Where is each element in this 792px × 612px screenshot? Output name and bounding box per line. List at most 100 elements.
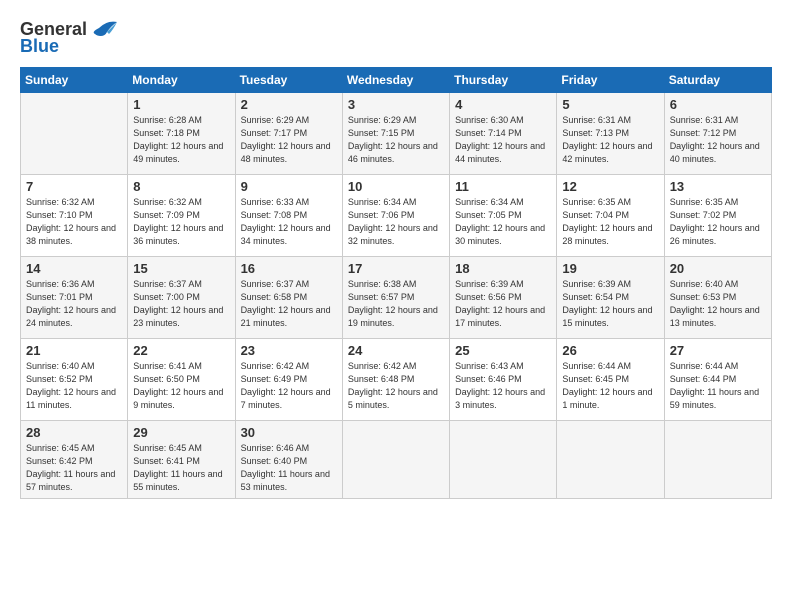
calendar-cell: 7Sunrise: 6:32 AMSunset: 7:10 PMDaylight… [21, 175, 128, 257]
logo: General Blue [20, 18, 119, 57]
day-number: 13 [670, 179, 767, 194]
day-number: 23 [241, 343, 338, 358]
day-info: Sunrise: 6:32 AMSunset: 7:09 PMDaylight:… [133, 196, 230, 248]
calendar-cell: 17 Sunrise: 6:38 AMSunset: 6:57 PMDayligh… [342, 257, 449, 339]
week-row-4: 21 Sunrise: 6:40 AMSunset: 6:52 PMDayligh… [21, 339, 772, 421]
day-number: 6 [670, 97, 767, 112]
day-info: Sunrise: 6:38 AMSunset: 6:57 PMDaylight:… [348, 278, 445, 330]
page: General Blue SundayMondayTuesdayWednesda… [0, 0, 792, 612]
day-info: Sunrise: 6:37 AMSunset: 6:58 PMDaylight:… [241, 278, 338, 330]
day-number: 20 [670, 261, 767, 276]
column-header-tuesday: Tuesday [235, 68, 342, 93]
day-info: Sunrise: 6:30 AMSunset: 7:14 PMDaylight:… [455, 114, 552, 166]
calendar-cell: 22Sunrise: 6:41 AMSunset: 6:50 PMDayligh… [128, 339, 235, 421]
calendar-cell: 13 Sunrise: 6:35 AMSunset: 7:02 PMDayligh… [664, 175, 771, 257]
day-info: Sunrise: 6:29 AMSunset: 7:15 PMDaylight:… [348, 114, 445, 166]
day-info: Sunrise: 6:40 AMSunset: 6:52 PMDaylight:… [26, 360, 123, 412]
day-number: 1 [133, 97, 230, 112]
day-number: 28 [26, 425, 123, 440]
day-info: Sunrise: 6:44 AMSunset: 6:44 PMDaylight:… [670, 360, 767, 412]
week-row-3: 14Sunrise: 6:36 AMSunset: 7:01 PMDayligh… [21, 257, 772, 339]
day-number: 21 [26, 343, 123, 358]
calendar-cell [664, 421, 771, 499]
column-header-saturday: Saturday [664, 68, 771, 93]
day-number: 24 [348, 343, 445, 358]
logo-bird-icon [89, 18, 119, 40]
column-header-friday: Friday [557, 68, 664, 93]
calendar-cell: 26 Sunrise: 6:44 AMSunset: 6:45 PMDayligh… [557, 339, 664, 421]
column-header-monday: Monday [128, 68, 235, 93]
calendar-cell: 27 Sunrise: 6:44 AMSunset: 6:44 PMDayligh… [664, 339, 771, 421]
day-number: 29 [133, 425, 230, 440]
column-header-wednesday: Wednesday [342, 68, 449, 93]
day-number: 18 [455, 261, 552, 276]
day-number: 15 [133, 261, 230, 276]
day-info: Sunrise: 6:39 AMSunset: 6:54 PMDaylight:… [562, 278, 659, 330]
day-info: Sunrise: 6:32 AMSunset: 7:10 PMDaylight:… [26, 196, 123, 248]
day-info: Sunrise: 6:34 AMSunset: 7:06 PMDaylight:… [348, 196, 445, 248]
calendar-cell: 12 Sunrise: 6:35 AMSunset: 7:04 PMDayligh… [557, 175, 664, 257]
day-number: 16 [241, 261, 338, 276]
calendar-cell: 23 Sunrise: 6:42 AMSunset: 6:49 PMDayligh… [235, 339, 342, 421]
day-info: Sunrise: 6:44 AMSunset: 6:45 PMDaylight:… [562, 360, 659, 412]
day-number: 2 [241, 97, 338, 112]
day-info: Sunrise: 6:43 AMSunset: 6:46 PMDaylight:… [455, 360, 552, 412]
calendar-cell: 19 Sunrise: 6:39 AMSunset: 6:54 PMDayligh… [557, 257, 664, 339]
day-number: 8 [133, 179, 230, 194]
day-info: Sunrise: 6:46 AMSunset: 6:40 PMDaylight:… [241, 442, 338, 494]
calendar-table: SundayMondayTuesdayWednesdayThursdayFrid… [20, 67, 772, 499]
week-row-1: 1 Sunrise: 6:28 AMSunset: 7:18 PMDaylight… [21, 93, 772, 175]
day-info: Sunrise: 6:33 AMSunset: 7:08 PMDaylight:… [241, 196, 338, 248]
calendar-cell: 28 Sunrise: 6:45 AMSunset: 6:42 PMDayligh… [21, 421, 128, 499]
calendar-cell: 14Sunrise: 6:36 AMSunset: 7:01 PMDayligh… [21, 257, 128, 339]
day-info: Sunrise: 6:35 AMSunset: 7:02 PMDaylight:… [670, 196, 767, 248]
day-number: 30 [241, 425, 338, 440]
calendar-cell: 9 Sunrise: 6:33 AMSunset: 7:08 PMDaylight… [235, 175, 342, 257]
day-info: Sunrise: 6:42 AMSunset: 6:48 PMDaylight:… [348, 360, 445, 412]
day-number: 11 [455, 179, 552, 194]
header: General Blue [20, 18, 772, 57]
calendar-cell: 24 Sunrise: 6:42 AMSunset: 6:48 PMDayligh… [342, 339, 449, 421]
week-row-5: 28 Sunrise: 6:45 AMSunset: 6:42 PMDayligh… [21, 421, 772, 499]
calendar-cell: 6 Sunrise: 6:31 AMSunset: 7:12 PMDaylight… [664, 93, 771, 175]
day-info: Sunrise: 6:45 AMSunset: 6:42 PMDaylight:… [26, 442, 123, 494]
day-number: 14 [26, 261, 123, 276]
calendar-cell: 3 Sunrise: 6:29 AMSunset: 7:15 PMDaylight… [342, 93, 449, 175]
day-number: 25 [455, 343, 552, 358]
logo-blue: Blue [20, 36, 59, 57]
day-info: Sunrise: 6:28 AMSunset: 7:18 PMDaylight:… [133, 114, 230, 166]
day-number: 19 [562, 261, 659, 276]
day-info: Sunrise: 6:45 AMSunset: 6:41 PMDaylight:… [133, 442, 230, 494]
day-number: 9 [241, 179, 338, 194]
day-info: Sunrise: 6:35 AMSunset: 7:04 PMDaylight:… [562, 196, 659, 248]
day-number: 27 [670, 343, 767, 358]
day-number: 5 [562, 97, 659, 112]
day-info: Sunrise: 6:41 AMSunset: 6:50 PMDaylight:… [133, 360, 230, 412]
day-info: Sunrise: 6:29 AMSunset: 7:17 PMDaylight:… [241, 114, 338, 166]
day-number: 3 [348, 97, 445, 112]
day-info: Sunrise: 6:31 AMSunset: 7:13 PMDaylight:… [562, 114, 659, 166]
calendar-cell: 30 Sunrise: 6:46 AMSunset: 6:40 PMDayligh… [235, 421, 342, 499]
week-row-2: 7Sunrise: 6:32 AMSunset: 7:10 PMDaylight… [21, 175, 772, 257]
day-number: 26 [562, 343, 659, 358]
calendar-cell: 4Sunrise: 6:30 AMSunset: 7:14 PMDaylight… [450, 93, 557, 175]
day-info: Sunrise: 6:34 AMSunset: 7:05 PMDaylight:… [455, 196, 552, 248]
day-info: Sunrise: 6:42 AMSunset: 6:49 PMDaylight:… [241, 360, 338, 412]
calendar-cell: 10 Sunrise: 6:34 AMSunset: 7:06 PMDayligh… [342, 175, 449, 257]
calendar-cell: 25 Sunrise: 6:43 AMSunset: 6:46 PMDayligh… [450, 339, 557, 421]
calendar-cell: 29 Sunrise: 6:45 AMSunset: 6:41 PMDayligh… [128, 421, 235, 499]
day-number: 17 [348, 261, 445, 276]
calendar-cell [450, 421, 557, 499]
day-number: 10 [348, 179, 445, 194]
day-number: 12 [562, 179, 659, 194]
column-header-thursday: Thursday [450, 68, 557, 93]
calendar-cell [342, 421, 449, 499]
day-info: Sunrise: 6:31 AMSunset: 7:12 PMDaylight:… [670, 114, 767, 166]
calendar-cell: 8 Sunrise: 6:32 AMSunset: 7:09 PMDaylight… [128, 175, 235, 257]
calendar-cell: 18Sunrise: 6:39 AMSunset: 6:56 PMDayligh… [450, 257, 557, 339]
day-info: Sunrise: 6:37 AMSunset: 7:00 PMDaylight:… [133, 278, 230, 330]
header-row: SundayMondayTuesdayWednesdayThursdayFrid… [21, 68, 772, 93]
calendar-cell: 20Sunrise: 6:40 AMSunset: 6:53 PMDayligh… [664, 257, 771, 339]
calendar-cell: 15 Sunrise: 6:37 AMSunset: 7:00 PMDayligh… [128, 257, 235, 339]
calendar-cell [21, 93, 128, 175]
